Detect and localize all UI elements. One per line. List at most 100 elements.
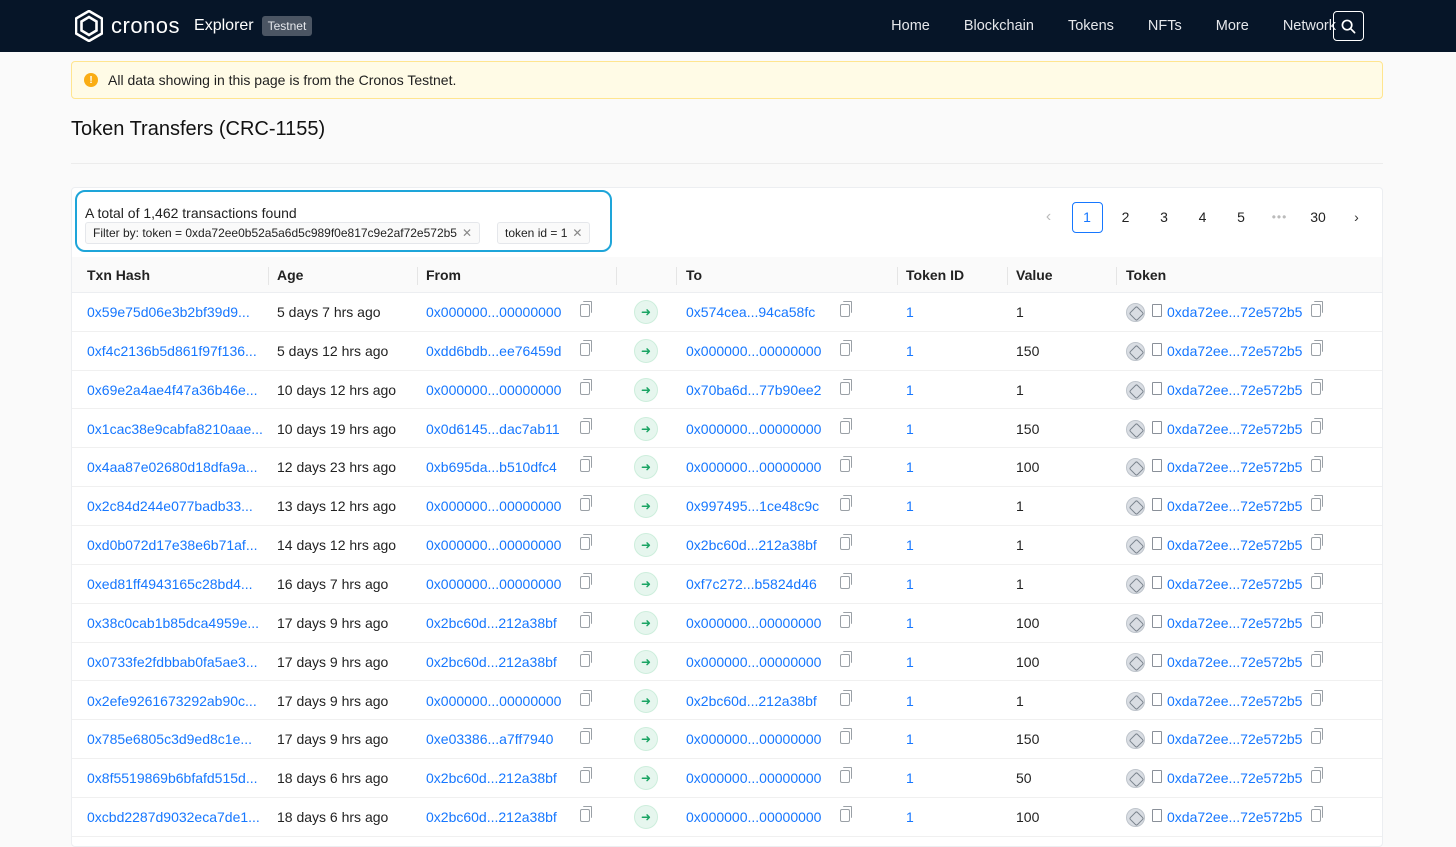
txn-hash-link[interactable]: 0x38c0cab1b85dca4959e... (87, 615, 259, 631)
copy-icon[interactable] (840, 615, 850, 628)
copy-icon[interactable] (840, 654, 850, 667)
copy-icon[interactable] (1311, 498, 1321, 511)
brand[interactable]: cronos Explorer Testnet (75, 10, 312, 42)
token-id-link[interactable]: 1 (906, 382, 914, 398)
copy-icon[interactable] (840, 382, 850, 395)
to-address-link[interactable]: 0x997495...1ce48c9c (686, 498, 819, 514)
token-id-link[interactable]: 1 (906, 693, 914, 709)
copy-icon[interactable] (1311, 576, 1321, 589)
txn-hash-link[interactable]: 0x2c84d244e077badb33... (87, 498, 253, 514)
copy-icon[interactable] (840, 770, 850, 783)
from-address-link[interactable]: 0x2bc60d...212a38bf (426, 615, 557, 631)
copy-icon[interactable] (580, 576, 590, 589)
more-pages-button[interactable]: ••• (1264, 202, 1295, 233)
to-address-link[interactable]: 0x000000...00000000 (686, 343, 821, 359)
token-id-link[interactable]: 1 (906, 770, 914, 786)
copy-icon[interactable] (1311, 654, 1321, 667)
nav-nfts[interactable]: NFTs (1148, 18, 1182, 34)
from-address-link[interactable]: 0x2bc60d...212a38bf (426, 809, 557, 825)
to-address-link[interactable]: 0x000000...00000000 (686, 615, 821, 631)
token-address-link[interactable]: 0xda72ee...72e572b5 (1167, 770, 1302, 786)
copy-icon[interactable] (840, 537, 850, 550)
copy-icon[interactable] (1311, 615, 1321, 628)
txn-hash-link[interactable]: 0x59e75d06e3b2bf39d9... (87, 304, 250, 320)
to-address-link[interactable]: 0x000000...00000000 (686, 421, 821, 437)
nav-network[interactable]: Network (1283, 18, 1336, 34)
copy-icon[interactable] (1311, 343, 1321, 356)
to-address-link[interactable]: 0xf7c272...b5824d46 (686, 576, 817, 592)
page-3-button[interactable]: 3 (1149, 202, 1180, 233)
to-address-link[interactable]: 0x000000...00000000 (686, 654, 821, 670)
to-address-link[interactable]: 0x70ba6d...77b90ee2 (686, 382, 821, 398)
txn-hash-link[interactable]: 0xd0b072d17e38e6b71af... (87, 537, 258, 553)
copy-icon[interactable] (840, 576, 850, 589)
to-address-link[interactable]: 0x000000...00000000 (686, 809, 821, 825)
txn-hash-link[interactable]: 0x8f5519869b6bfafd515d... (87, 770, 258, 786)
copy-icon[interactable] (840, 421, 850, 434)
token-id-link[interactable]: 1 (906, 809, 914, 825)
txn-hash-link[interactable]: 0x785e6805c3d9ed8c1e... (87, 731, 252, 747)
from-address-link[interactable]: 0xb695da...b510dfc4 (426, 459, 557, 475)
token-id-link[interactable]: 1 (906, 343, 914, 359)
token-id-link[interactable]: 1 (906, 537, 914, 553)
copy-icon[interactable] (580, 421, 590, 434)
token-address-link[interactable]: 0xda72ee...72e572b5 (1167, 421, 1302, 437)
copy-icon[interactable] (580, 382, 590, 395)
page-5-button[interactable]: 5 (1226, 202, 1257, 233)
copy-icon[interactable] (840, 343, 850, 356)
token-address-link[interactable]: 0xda72ee...72e572b5 (1167, 731, 1302, 747)
token-id-link[interactable]: 1 (906, 421, 914, 437)
from-address-link[interactable]: 0x2bc60d...212a38bf (426, 654, 557, 670)
txn-hash-link[interactable]: 0xed81ff4943165c28bd4... (87, 576, 253, 592)
copy-icon[interactable] (580, 693, 590, 706)
copy-icon[interactable] (840, 809, 850, 822)
search-button[interactable] (1333, 11, 1364, 41)
token-id-link[interactable]: 1 (906, 576, 914, 592)
page-4-button[interactable]: 4 (1187, 202, 1218, 233)
from-address-link[interactable]: 0xdd6bdb...ee76459d (426, 343, 561, 359)
copy-icon[interactable] (840, 731, 850, 744)
copy-icon[interactable] (580, 343, 590, 356)
copy-icon[interactable] (1311, 693, 1321, 706)
copy-icon[interactable] (1311, 731, 1321, 744)
txn-hash-link[interactable]: 0xf4c2136b5d861f97f136... (87, 343, 257, 359)
filter-token-chip[interactable]: Filter by: token = 0xda72ee0b52a5a6d5c98… (85, 222, 480, 244)
nav-more[interactable]: More (1216, 18, 1249, 34)
token-address-link[interactable]: 0xda72ee...72e572b5 (1167, 654, 1302, 670)
to-address-link[interactable]: 0x000000...00000000 (686, 459, 821, 475)
copy-icon[interactable] (580, 459, 590, 472)
nav-blockchain[interactable]: Blockchain (964, 18, 1034, 34)
from-address-link[interactable]: 0x000000...00000000 (426, 576, 561, 592)
copy-icon[interactable] (1311, 809, 1321, 822)
txn-hash-link[interactable]: 0x4aa87e02680d18dfa9a... (87, 459, 258, 475)
from-address-link[interactable]: 0x000000...00000000 (426, 537, 561, 553)
close-icon[interactable]: ✕ (462, 226, 472, 240)
copy-icon[interactable] (580, 654, 590, 667)
page-2-button[interactable]: 2 (1110, 202, 1141, 233)
from-address-link[interactable]: 0x2bc60d...212a38bf (426, 770, 557, 786)
copy-icon[interactable] (580, 537, 590, 550)
page-last-button[interactable]: 30 (1303, 202, 1334, 233)
copy-icon[interactable] (840, 304, 850, 317)
txn-hash-link[interactable]: 0xcbd2287d9032eca7de1... (87, 809, 260, 825)
token-address-link[interactable]: 0xda72ee...72e572b5 (1167, 382, 1302, 398)
from-address-link[interactable]: 0x000000...00000000 (426, 304, 561, 320)
token-id-link[interactable]: 1 (906, 459, 914, 475)
copy-icon[interactable] (580, 615, 590, 628)
from-address-link[interactable]: 0x000000...00000000 (426, 693, 561, 709)
token-address-link[interactable]: 0xda72ee...72e572b5 (1167, 809, 1302, 825)
token-id-link[interactable]: 1 (906, 731, 914, 747)
copy-icon[interactable] (840, 693, 850, 706)
to-address-link[interactable]: 0x2bc60d...212a38bf (686, 537, 817, 553)
token-id-link[interactable]: 1 (906, 615, 914, 631)
next-page-button[interactable]: › (1341, 202, 1372, 233)
copy-icon[interactable] (840, 498, 850, 511)
copy-icon[interactable] (1311, 304, 1321, 317)
to-address-link[interactable]: 0x2bc60d...212a38bf (686, 693, 817, 709)
copy-icon[interactable] (1311, 382, 1321, 395)
page-1-button[interactable]: 1 (1072, 202, 1103, 233)
token-id-link[interactable]: 1 (906, 304, 914, 320)
to-address-link[interactable]: 0x000000...00000000 (686, 731, 821, 747)
token-id-link[interactable]: 1 (906, 498, 914, 514)
txn-hash-link[interactable]: 0x2efe9261673292ab90c... (87, 693, 257, 709)
